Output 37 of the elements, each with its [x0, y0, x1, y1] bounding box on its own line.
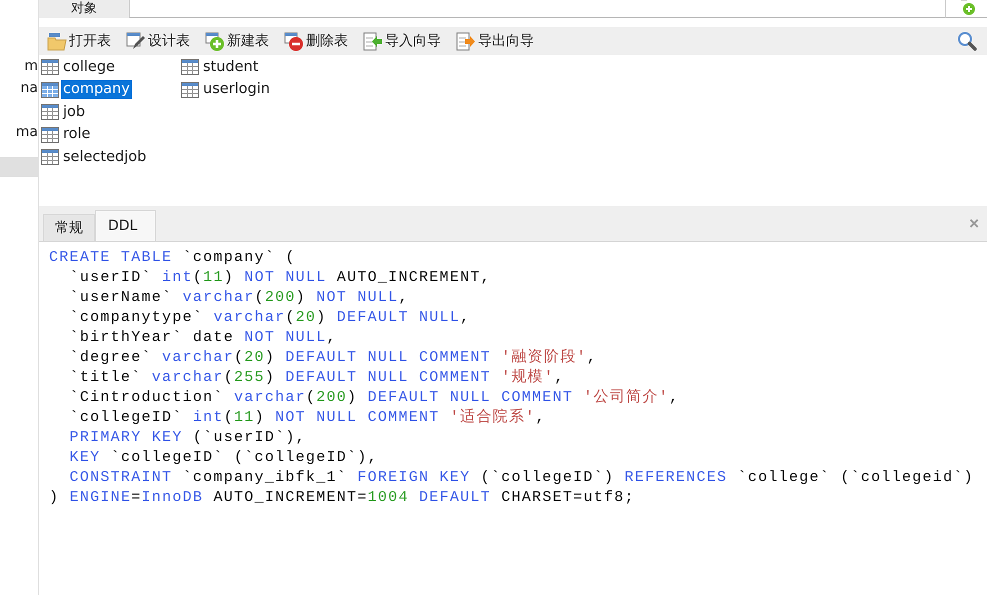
add-button[interactable]	[945, 0, 987, 18]
table-icon	[181, 59, 199, 76]
toolbar-button[interactable]: 导入向导	[361, 28, 443, 54]
pencil-table-icon	[126, 32, 146, 50]
table-name[interactable]: selectedjob	[61, 148, 148, 167]
filter-field[interactable]	[129, 0, 945, 18]
tree-item[interactable]: m	[24, 55, 38, 77]
table-icon	[41, 82, 59, 98]
tree-item[interactable]: na	[20, 77, 38, 99]
table-icon	[41, 59, 59, 76]
add-table-icon	[205, 32, 225, 50]
remove-table-icon	[284, 32, 304, 50]
search-button[interactable]	[957, 31, 977, 51]
import-arrow-icon	[363, 32, 383, 50]
toolbar-button[interactable]: 删除表	[282, 28, 350, 54]
table-name[interactable]: company	[61, 80, 132, 100]
ddl-code-view: CREATE TABLE `company` ( `userID` int(11) NOT NULL AUTO_INCREMENT, `userName` varchar(200) NOT NULL, `companytype` varchar(20) DEFAULT NULL, `birthYear` date NOT NULL, `degree` varchar(20) DEFAULT NULL COMMENT '融资阶段', `title` varchar(255) DEFAULT NULL COMMENT '规模', `Cintroduction` varchar(200) DEFAULT NULL COMMENT '公司简介', `collegeID` int(11) NOT NULL COMMENT '适合院系', PRIMARY KEY (`userID`), KEY `collegeID` (`collegeID`), CONSTRAINT `company_ibfk_1` FOREIGN KEY (`collegeID`) REFERENCES `college` (`collegeid`) ) ENGINE=InnoDB AUTO_INCREMENT=1004 DEFAULT CHARSET=utf8;	[48, 248, 975, 508]
toolbar-button[interactable]: 导出向导	[454, 28, 536, 54]
table-icon	[41, 149, 59, 166]
info-tab[interactable]: DDL	[95, 210, 156, 241]
export-arrow-icon	[456, 32, 476, 50]
tree-item[interactable]: ma	[16, 121, 38, 143]
table-name[interactable]: userlogin	[201, 80, 272, 100]
search-icon	[957, 31, 977, 51]
table-name[interactable]: job	[61, 102, 88, 122]
objects-tab[interactable]: 对象	[39, 0, 129, 18]
table-name[interactable]: student	[201, 58, 260, 77]
table-name[interactable]: role	[61, 125, 92, 144]
toolbar-button[interactable]: 新建表	[203, 28, 271, 54]
folder-icon	[47, 32, 67, 50]
table-icon	[181, 82, 199, 98]
table-icon	[41, 104, 59, 120]
table-name[interactable]: college	[61, 58, 117, 77]
info-tab[interactable]: 常规	[43, 214, 95, 241]
toolbar-button[interactable]: 打开表	[45, 28, 113, 54]
table-icon	[41, 126, 59, 143]
toolbar-button[interactable]: 设计表	[124, 28, 192, 54]
